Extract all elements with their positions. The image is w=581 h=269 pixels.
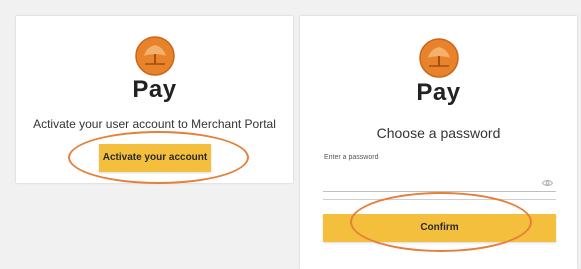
page-title: Choose a password (376, 125, 501, 141)
tree-logo-icon (134, 36, 175, 76)
divider (323, 199, 556, 200)
password-field (323, 166, 556, 192)
activation-card: Pay Activate your user account to Mercha… (16, 16, 293, 184)
brand-name: Pay (416, 79, 461, 106)
password-card: Pay Choose a password Enter a password C… (300, 16, 577, 269)
activation-message: Activate your user account to Merchant P… (33, 117, 276, 131)
tree-logo-icon (418, 38, 459, 78)
confirm-button[interactable]: Confirm (323, 214, 556, 242)
eye-icon[interactable] (541, 174, 554, 186)
password-field-label: Enter a password (324, 154, 379, 161)
brand-name: Pay (132, 76, 177, 103)
activate-account-button[interactable]: Activate your account (99, 144, 211, 172)
password-input[interactable] (323, 166, 531, 190)
